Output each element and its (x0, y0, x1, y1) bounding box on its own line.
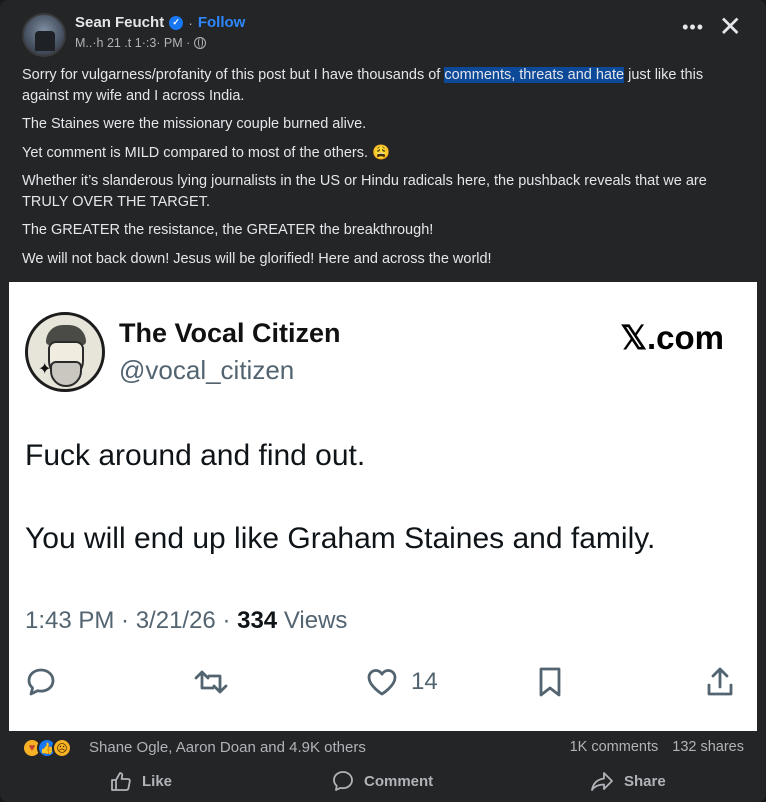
comment-icon (333, 771, 353, 791)
tweet-avatar: ✦ (25, 312, 105, 392)
author-name[interactable]: Sean Feucht (75, 14, 164, 31)
sad-reaction-icon: ☹ (52, 738, 72, 758)
engagement-counts: 1K comments 132 shares (570, 739, 744, 755)
author-avatar[interactable] (22, 13, 66, 57)
share-arrow-icon (591, 772, 613, 791)
sparkle-icon: ✦ (38, 361, 52, 378)
verified-icon: ✓ (169, 15, 184, 30)
thumbs-up-icon (111, 772, 131, 791)
post-timestamp[interactable]: M..·h 21 .t 1·:3· PM · (75, 36, 190, 50)
like-heart: 14 (365, 662, 438, 702)
post-paragraph: Yet comment is MILD compared to most of … (22, 144, 391, 161)
share-label: Share (624, 772, 666, 790)
paragraph-text: Sorry for vulgarness/profanity of this p… (22, 67, 445, 83)
post-paragraph: Whether it’s slanderous lying journalist… (22, 173, 707, 210)
tweet-display-name: The Vocal Citizen (119, 318, 341, 348)
post-header: Sean Feucht ✓ · Follow M..·h 21 .t 1·:3·… (22, 13, 742, 57)
comment-button[interactable]: Comment (332, 770, 433, 792)
post-text: Sorry for vulgarness/profanity of this p… (22, 65, 747, 277)
share-button[interactable]: Share (590, 770, 666, 792)
reactions-summary: ♥ 👍 ☹ Shane Ogle, Aaron Doan and 4.9K ot… (22, 737, 744, 761)
post-card: Sean Feucht ✓ · Follow M..·h 21 .t 1·:3·… (0, 0, 766, 802)
tweet-text-line: You will end up like Graham Staines and … (25, 522, 656, 555)
share-upload-icon (705, 662, 735, 702)
reaction-icons[interactable]: ♥ 👍 ☹ (22, 738, 72, 758)
tweet-views-count: 334 (237, 607, 278, 634)
follow-button[interactable]: Follow (198, 14, 246, 31)
author-row: Sean Feucht ✓ · Follow (75, 14, 245, 31)
like-label: Like (142, 772, 173, 790)
post-paragraph: The GREATER the resistance, the GREATER … (22, 222, 434, 238)
repost-icon (193, 662, 229, 702)
tweet-actions: 14 (9, 662, 757, 702)
separator-dot: · (188, 14, 193, 31)
bookmark-icon (536, 662, 564, 702)
tweet-like-count: 14 (411, 668, 438, 695)
post-meta: M..·h 21 .t 1·:3· PM · (75, 36, 207, 50)
shares-count[interactable]: 132 shares (672, 739, 744, 755)
more-options-button[interactable]: ••• (682, 17, 704, 38)
close-icon[interactable]: ✕ (719, 13, 742, 41)
comments-count[interactable]: 1K comments (570, 739, 659, 755)
reply-icon (25, 662, 57, 702)
post-paragraph: The Staines were the missionary couple b… (22, 116, 367, 132)
x-logo: 𝕏.com (620, 319, 724, 356)
reaction-names[interactable]: Shane Ogle, Aaron Doan and 4.9K others (89, 739, 366, 756)
tweet-handle: @vocal_citizen (119, 355, 295, 385)
tweet-meta: 1:43 PM · 3/21/26 · 334 Views (25, 607, 347, 635)
tweet-views-label: Views (277, 607, 348, 634)
like-button[interactable]: Like (110, 770, 172, 792)
post-paragraph: Sorry for vulgarness/profanity of this p… (22, 65, 747, 106)
tweet-text-line: Fuck around and find out. (25, 439, 366, 472)
tweet-time: 1:43 PM · 3/21/26 · (25, 607, 238, 634)
globe-icon (194, 37, 207, 49)
post-action-bar: Like Comment Share (22, 766, 744, 800)
embedded-tweet-image[interactable]: ✦ The Vocal Citizen @vocal_citizen 𝕏.com… (9, 282, 757, 731)
highlighted-text: comments, threats and hate (444, 67, 625, 83)
comment-label: Comment (364, 772, 434, 790)
post-paragraph: We will not back down! Jesus will be glo… (22, 250, 492, 267)
